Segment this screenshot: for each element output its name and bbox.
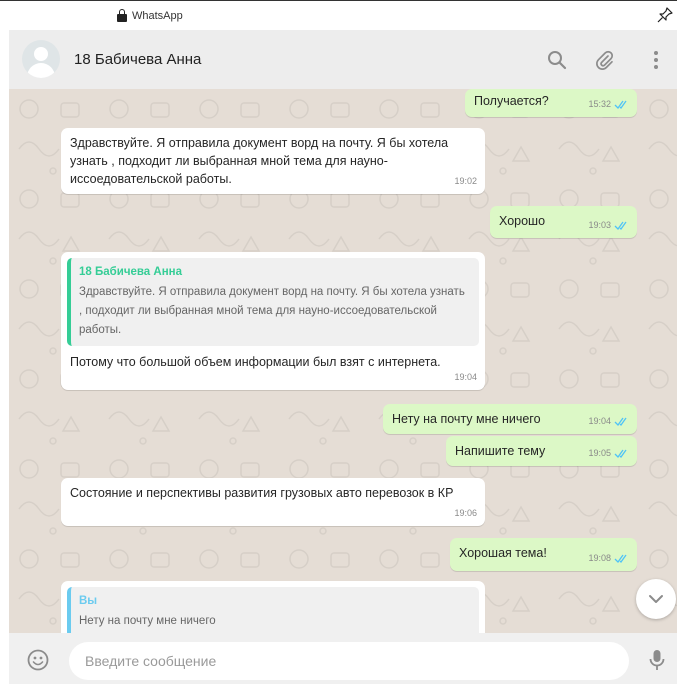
message-meta: 19:05 <box>588 444 629 462</box>
search-icon[interactable] <box>546 49 568 71</box>
window-title: WhatsApp <box>132 9 183 22</box>
paperclip-icon[interactable] <box>593 49 615 71</box>
quoted-text: Здравствуйте. Я отправила документ ворд … <box>79 286 465 336</box>
message-outgoing[interactable]: Напишите тему 19:05 <box>446 436 637 466</box>
double-check-icon <box>614 221 627 230</box>
window-titlebar: WhatsApp <box>0 0 677 30</box>
message-outgoing[interactable]: Хорошо 19:03 <box>490 206 637 238</box>
message-composer <box>9 633 677 684</box>
message-meta: 19:03 <box>588 216 629 234</box>
quoted-message[interactable]: Вы Нету на почту мне ничего <box>67 587 479 633</box>
message-meta: 19:04 <box>454 368 477 386</box>
message-outgoing[interactable]: Хорошая тема! 19:08 <box>450 538 637 571</box>
pin-icon[interactable] <box>657 7 673 23</box>
message-meta: 19:08 <box>588 549 629 567</box>
message-time: 19:03 <box>588 220 611 230</box>
message-time: 19:04 <box>454 372 477 382</box>
message-outgoing[interactable]: Получается? 15:32 <box>465 89 637 117</box>
double-check-icon <box>614 100 627 109</box>
message-incoming[interactable]: Здравствуйте. Я отправила документ ворд … <box>61 128 485 194</box>
message-meta: 15:32 <box>588 95 629 113</box>
double-check-icon <box>614 449 627 458</box>
message-text: Здравствуйте. Я отправила документ ворд … <box>70 136 449 186</box>
message-input[interactable] <box>69 642 629 680</box>
message-time: 19:06 <box>454 508 477 518</box>
chat-messages-area[interactable]: Получается? 15:32 Здравствуйте. Я отправ… <box>9 89 677 633</box>
scroll-down-button[interactable] <box>636 579 676 619</box>
message-time: 19:08 <box>588 553 611 563</box>
message-time: 19:02 <box>454 176 477 186</box>
message-meta: 19:06 <box>454 504 477 522</box>
message-input-container <box>69 642 629 680</box>
avatar[interactable] <box>22 40 60 78</box>
message-time: 19:05 <box>588 448 611 458</box>
double-check-icon <box>614 554 627 563</box>
message-incoming[interactable]: Состояние и перспективы развития грузовы… <box>61 478 485 526</box>
message-time: 19:04 <box>588 416 611 426</box>
message-meta: 19:02 <box>454 172 477 190</box>
menu-icon[interactable] <box>645 49 667 71</box>
window-title-group: WhatsApp <box>117 9 183 22</box>
contact-name[interactable]: 18 Бабичева Анна <box>74 51 201 68</box>
message-outgoing[interactable]: Нету на почту мне ничего 19:04 <box>383 404 637 434</box>
quoted-author: 18 Бабичева Анна <box>79 266 182 278</box>
lock-icon <box>117 9 127 22</box>
quoted-text: Нету на почту мне ничего <box>79 615 216 627</box>
message-incoming[interactable]: 18 Бабичева Анна Здравствуйте. Я отправи… <box>61 252 485 390</box>
microphone-icon[interactable] <box>648 649 666 671</box>
message-time: 15:32 <box>588 99 611 109</box>
chat-header: 18 Бабичева Анна <box>9 30 677 89</box>
emoji-icon[interactable] <box>27 649 49 671</box>
double-check-icon <box>614 417 627 426</box>
message-text: Состояние и перспективы развития грузовы… <box>70 486 454 500</box>
message-incoming[interactable]: Вы Нету на почту мне ничего <box>61 581 485 633</box>
message-meta: 19:04 <box>588 412 629 430</box>
chevron-down-icon <box>649 595 663 603</box>
quoted-author: Вы <box>79 595 98 607</box>
quoted-message[interactable]: 18 Бабичева Анна Здравствуйте. Я отправи… <box>67 258 479 346</box>
message-text: Потому что большой объем информации был … <box>70 355 441 369</box>
